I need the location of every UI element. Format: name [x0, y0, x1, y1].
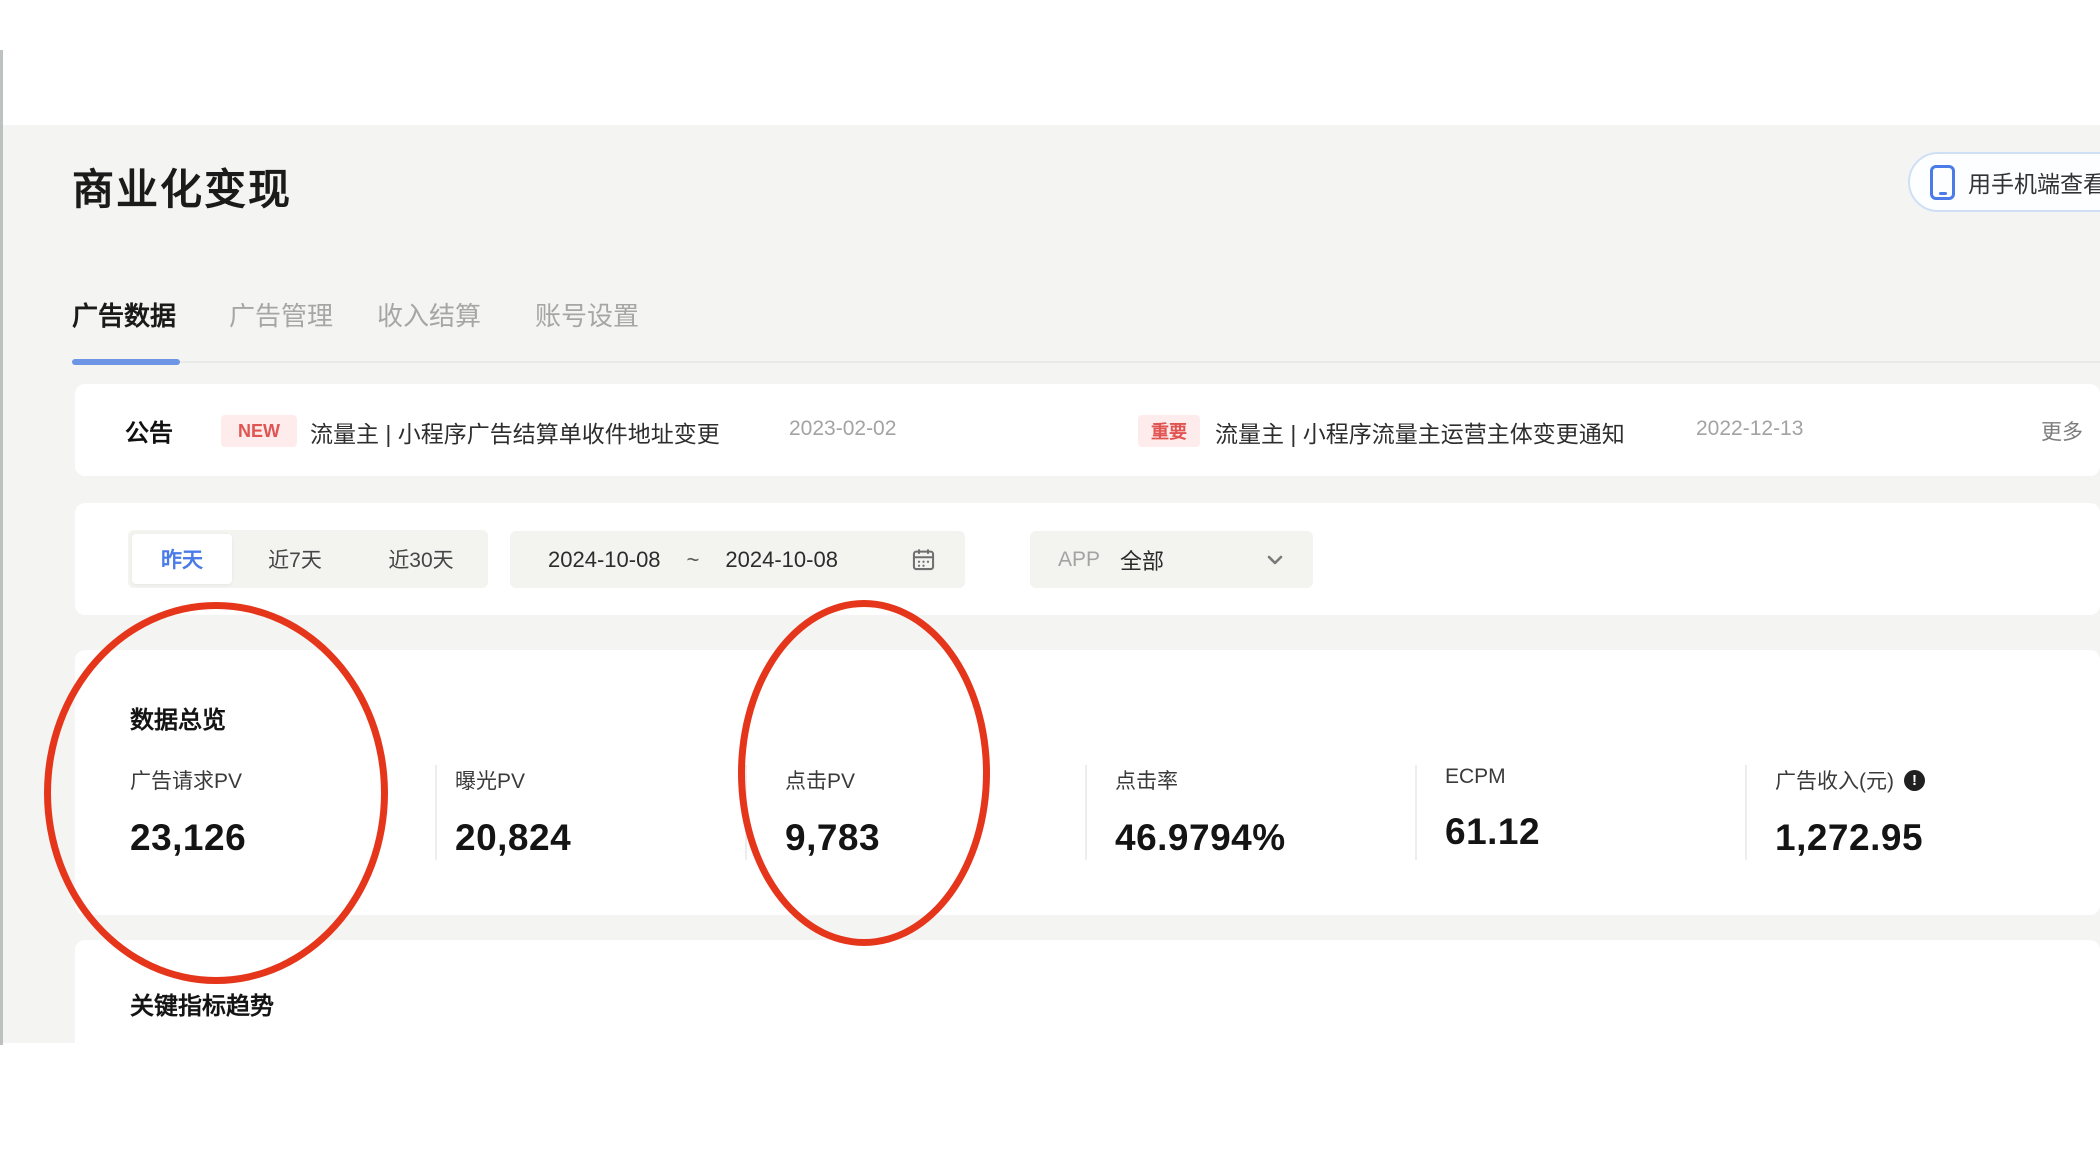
view-on-mobile-label: 用手机端查看数据	[1968, 171, 2100, 197]
metric-label: ECPM	[1445, 765, 1506, 788]
tab-revenue-settlement[interactable]: 收入结算	[377, 296, 481, 333]
metric-divider	[1745, 765, 1747, 860]
new-badge: NEW	[221, 415, 297, 447]
metric-impression-pv: 曝光PV 20,824	[455, 765, 755, 859]
data-overview-card: 数据总览 广告请求PV 23,126 曝光PV 20,824 点击PV 9,78…	[75, 650, 2100, 915]
metric-value: 9,783	[785, 817, 881, 858]
page-title: 商业化变现	[72, 166, 293, 213]
metric-divider	[1085, 765, 1087, 860]
tab-ad-data[interactable]: 广告数据	[72, 296, 176, 333]
app-filter-value: 全部	[1120, 548, 1165, 574]
filter-bar: 昨天 近7天 近30天 2024-10-08 ~ 2024-10-08 APP …	[75, 503, 2100, 615]
metric-label: 广告收入(元)	[1775, 770, 1894, 793]
metric-value: 20,824	[455, 817, 572, 858]
metric-label: 曝光PV	[455, 770, 526, 793]
date-preset-segmented-control: 昨天 近7天 近30天	[128, 530, 488, 588]
preset-last-7-days[interactable]: 近7天	[232, 534, 358, 584]
date-start: 2024-10-08	[548, 546, 661, 572]
metric-divider	[435, 765, 437, 860]
metric-label: 点击PV	[785, 770, 856, 793]
announcement-bar: 公告 NEW 流量主 | 小程序广告结算单收件地址变更 2023-02-02 重…	[75, 384, 2100, 476]
important-badge: 重要	[1138, 415, 1200, 447]
metric-value: 46.9794%	[1115, 817, 1286, 858]
announcement-link-2[interactable]: 流量主 | 小程序流量主运营主体变更通知	[1215, 415, 1625, 449]
key-metrics-trend-card: 关键指标趋势	[75, 940, 2100, 1156]
announcement-link-1[interactable]: 流量主 | 小程序广告结算单收件地址变更	[310, 415, 720, 449]
announcement-date-1: 2023-02-02	[789, 417, 897, 440]
chevron-down-icon	[1267, 555, 1283, 564]
app-filter-label: APP	[1058, 547, 1101, 571]
view-on-mobile-button[interactable]: 用手机端查看数据	[1908, 152, 2100, 212]
preset-last-30-days[interactable]: 近30天	[358, 534, 484, 584]
date-range-separator: ~	[686, 546, 700, 572]
window-edge-line	[0, 50, 3, 1045]
app-filter-dropdown[interactable]: APP 全部	[1030, 531, 1313, 588]
active-tab-underline	[72, 359, 180, 365]
key-metrics-trend-title: 关键指标趋势	[130, 993, 274, 1020]
metric-label: 点击率	[1115, 770, 1178, 793]
date-end: 2024-10-08	[725, 546, 838, 572]
tabs-separator	[72, 361, 2100, 363]
tab-account-settings[interactable]: 账号设置	[535, 296, 639, 333]
tab-ad-management[interactable]: 广告管理	[229, 296, 333, 333]
metric-ad-revenue: 广告收入(元) ! 1,272.95	[1775, 765, 2075, 859]
metric-value: 61.12	[1445, 811, 1541, 852]
phone-icon	[1930, 164, 1955, 200]
metric-label: 广告请求PV	[130, 770, 243, 793]
calendar-icon	[912, 549, 935, 571]
metric-ad-request-pv: 广告请求PV 23,126	[130, 765, 430, 859]
date-range-picker[interactable]: 2024-10-08 ~ 2024-10-08	[510, 531, 965, 588]
metric-click-pv: 点击PV 9,783	[785, 765, 1085, 859]
preset-yesterday[interactable]: 昨天	[132, 534, 232, 584]
info-icon[interactable]: !	[1904, 769, 1925, 791]
more-link[interactable]: 更多	[2041, 416, 2083, 446]
announcement-date-2: 2022-12-13	[1696, 417, 1804, 440]
metric-value: 23,126	[130, 817, 247, 858]
metric-click-rate: 点击率 46.9794%	[1115, 765, 1415, 859]
announcement-label: 公告	[125, 420, 173, 447]
metric-divider	[1415, 765, 1417, 860]
metric-value: 1,272.95	[1775, 817, 1924, 858]
data-overview-title: 数据总览	[130, 707, 226, 734]
metric-ecpm: ECPM 61.12	[1445, 765, 1745, 853]
